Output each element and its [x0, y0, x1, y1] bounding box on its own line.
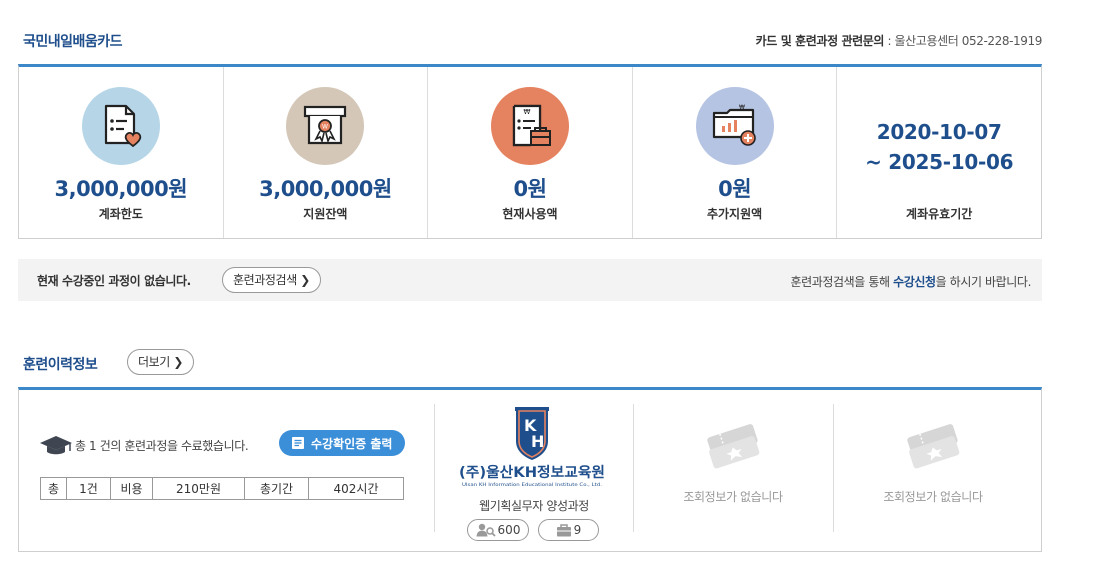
- folder-chart-plus-icon: ₩: [695, 87, 774, 165]
- period-start: 2020-10-07: [876, 120, 1002, 144]
- document-icon: [292, 437, 304, 449]
- user-search-icon: [476, 523, 496, 537]
- history-section-title: 훈련이력정보: [23, 357, 98, 373]
- card-summary-box: 3,000,000원 계좌한도 W 3,000,000원 지원잔액 ₩ 0원 현…: [18, 64, 1042, 239]
- svg-text:W: W: [322, 124, 328, 131]
- count-value: 9: [573, 523, 582, 537]
- logo-sub-text: Ulsan KH Information Educational Institu…: [462, 482, 602, 488]
- logo-main-text: (주)울산KH정보교육원: [459, 464, 605, 481]
- current-usage-label: 현재사용액: [502, 207, 558, 221]
- kh-institute-logo[interactable]: K H (주)울산KH정보교육원 Ulsan KH Information Ed…: [457, 405, 607, 489]
- empty-ticket-icon: [707, 424, 760, 469]
- table-cell: 1건: [66, 477, 111, 500]
- contact-label: 카드 및 훈련과정 관련문의: [755, 34, 885, 48]
- account-period-label: 계좌유효기간: [906, 207, 973, 221]
- empty-slot-text: 조회정보가 없습니다: [683, 490, 783, 504]
- current-course-status-bar: 현재 수강중인 과정이 없습니다. 훈련과정검색 ❯ 훈련과정검색을 통해 수강…: [18, 259, 1042, 301]
- document-heart-icon: [81, 87, 160, 165]
- card-section-title: 국민내일배움카드: [23, 34, 123, 50]
- support-balance-amount: 3,000,000원: [259, 177, 392, 201]
- contact-value: 울산고용센터 052-228-1919: [894, 34, 1043, 48]
- completion-summary: 총 1 건의 훈련과정을 수료했습니다.: [39, 434, 249, 456]
- enrollment-hint: 훈련과정검색을 통해 수강신청을 하시기 바랍니다.: [790, 273, 1031, 290]
- divider: [633, 404, 634, 532]
- support-balance-label: 지원잔액: [303, 207, 348, 221]
- period-end: ~ 2025-10-06: [865, 150, 1014, 174]
- table-cell: 총: [40, 477, 67, 500]
- briefcase-icon: [556, 523, 571, 536]
- chevron-right-icon: ❯: [300, 273, 310, 287]
- hint-before: 훈련과정검색을 통해: [790, 275, 894, 289]
- table-cell: 비용: [110, 477, 153, 500]
- views-badge: 600: [467, 519, 529, 541]
- empty-ticket-icon: [907, 424, 960, 469]
- chevron-right-icon: ❯: [173, 355, 183, 369]
- no-current-course-text: 현재 수강중인 과정이 없습니다.: [37, 274, 191, 288]
- additional-support-cell: ₩ 0원 추가지원액: [633, 67, 838, 238]
- graduation-cap-icon: [40, 436, 72, 455]
- contact-info: 카드 및 훈련과정 관련문의 : 울산고용센터 052-228-1919: [755, 32, 1043, 49]
- hint-after: 을 하시기 바랍니다.: [935, 275, 1032, 289]
- course-name[interactable]: 웹기획실무자 양성과정: [434, 497, 634, 514]
- empty-slot-text: 조회정보가 없습니다: [883, 490, 983, 504]
- account-limit-label: 계좌한도: [98, 207, 143, 221]
- certificate-box-icon: W: [286, 87, 365, 165]
- contact-separator: :: [884, 34, 895, 48]
- print-certificate-button[interactable]: 수강확인증 출력: [279, 430, 406, 456]
- receipt-wallet-icon: ₩: [490, 87, 569, 165]
- current-usage-amount: 0원: [513, 177, 547, 201]
- svg-text:₩: ₩: [739, 104, 745, 111]
- table-cell: 402시간: [308, 477, 404, 500]
- count-badge: 9: [538, 519, 599, 541]
- training-stats-table: 총 1건 비용 210만원 총기간 402시간: [40, 477, 404, 500]
- account-period: 2020-10-07 ~ 2025-10-06: [837, 117, 1041, 177]
- more-label: 더보기: [138, 355, 170, 369]
- course-search-label: 훈련과정검색: [233, 273, 297, 287]
- table-cell: 210만원: [152, 477, 245, 500]
- svg-text:₩: ₩: [524, 108, 531, 116]
- additional-support-label: 추가지원액: [706, 207, 763, 221]
- support-balance-cell: W 3,000,000원 지원잔액: [224, 67, 429, 238]
- training-history-box: 총 1 건의 훈련과정을 수료했습니다. 수강확인증 출력 총 1건 비용 21…: [18, 387, 1042, 552]
- account-period-cell: 2020-10-07 ~ 2025-10-06 계좌유효기간: [837, 67, 1041, 238]
- account-limit-cell: 3,000,000원 계좌한도: [19, 67, 224, 238]
- more-button[interactable]: 더보기 ❯: [127, 349, 194, 375]
- svg-text:H: H: [531, 432, 544, 451]
- table-cell: 총기간: [244, 477, 309, 500]
- completion-summary-text: 총 1 건의 훈련과정을 수료했습니다.: [75, 438, 249, 453]
- additional-support-amount: 0원: [718, 177, 752, 201]
- views-count: 600: [497, 523, 521, 537]
- print-certificate-label: 수강확인증 출력: [311, 436, 393, 451]
- hint-bold: 수강신청: [893, 275, 936, 289]
- current-usage-cell: ₩ 0원 현재사용액: [428, 67, 633, 238]
- course-search-button[interactable]: 훈련과정검색 ❯: [222, 267, 321, 293]
- account-limit-amount: 3,000,000원: [54, 177, 188, 201]
- divider: [833, 404, 834, 532]
- table-row: 총 1건 비용 210만원 총기간 402시간: [40, 477, 404, 500]
